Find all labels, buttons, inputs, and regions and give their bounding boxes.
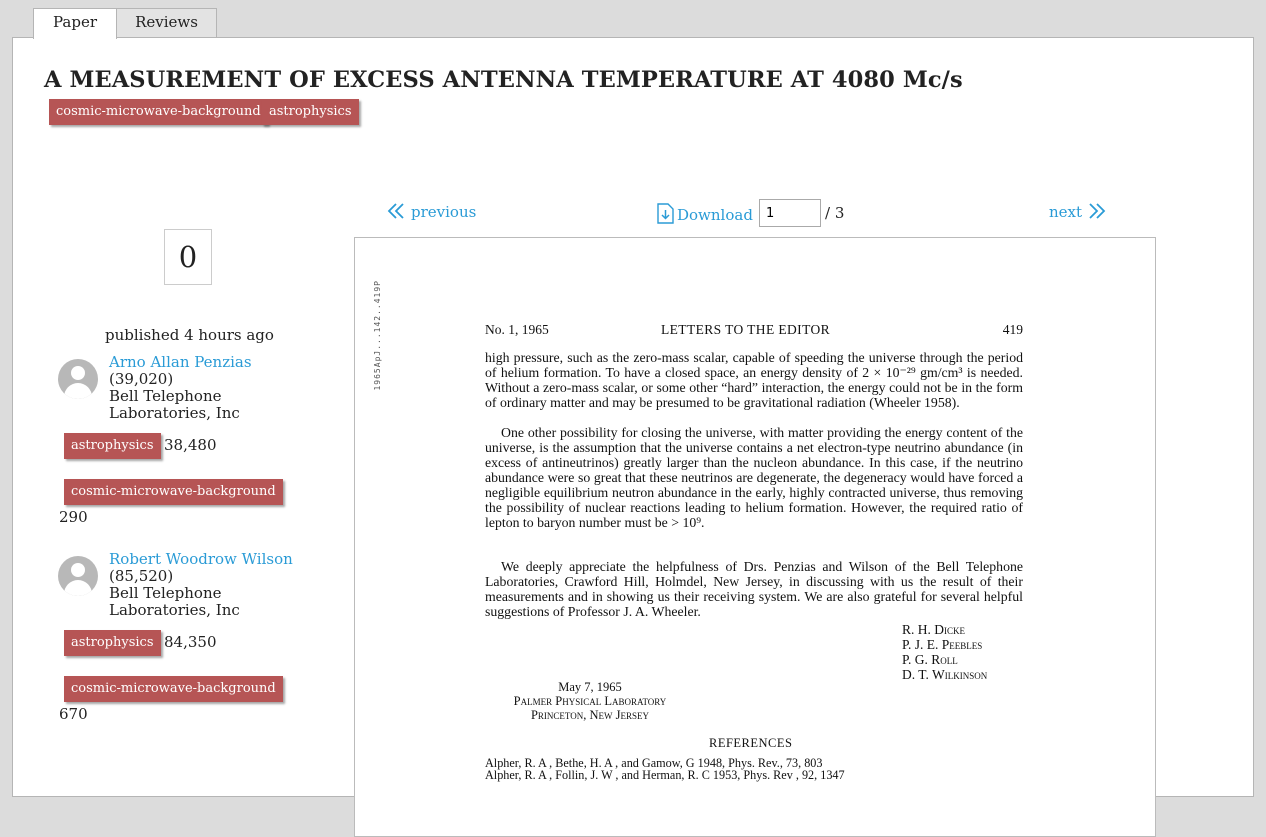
signatory: D. T. Wilkinson [902, 667, 988, 682]
issue-number: No. 1, 1965 [485, 322, 549, 337]
bibcode-stamp: 1965ApJ...142..419P [373, 280, 382, 391]
date-address: May 7, 1965 Palmer Physical Laboratory P… [505, 680, 675, 722]
signatory: P. J. E. Peebles [902, 637, 983, 652]
reference-entry: Alpher, R. A , Follin, J. W , and Herman… [485, 768, 845, 782]
author-name-link[interactable]: Arno Allan Penzias [109, 353, 252, 371]
author-tag-astrophysics[interactable]: astrophysics [64, 433, 161, 459]
author-avatar [58, 359, 98, 399]
document-paragraph: One other possibility for closing the un… [485, 425, 1023, 530]
tab-reviews[interactable]: Reviews [116, 8, 217, 37]
next-label: next [1049, 203, 1083, 221]
author-avatar [58, 556, 98, 596]
author-tag-score: 38,480 [164, 436, 217, 454]
author-tag-cosmic-microwave-background[interactable]: cosmic-microwave-background [64, 479, 283, 505]
author-tag-cosmic-microwave-background[interactable]: cosmic-microwave-background [64, 676, 283, 702]
document-paragraph: high pressure, such as the zero-mass sca… [485, 350, 1023, 410]
laboratory: Palmer Physical Laboratory [513, 694, 667, 708]
author-score: (85,520) [109, 567, 174, 585]
previous-label: previous [411, 203, 477, 221]
signatory: R. H. Dicke [902, 622, 965, 637]
author-score: (39,020) [109, 370, 174, 388]
avatar-body-shape [64, 383, 92, 399]
author-tag-score: 290 [59, 508, 88, 526]
signatories: R. H. Dicke P. J. E. Peebles P. G. Roll … [902, 622, 987, 682]
submission-date: May 7, 1965 [558, 680, 622, 694]
author-affiliation-line1: Bell Telephone [109, 387, 222, 405]
tab-paper[interactable]: Paper [33, 8, 117, 39]
references-heading: REFERENCES [709, 736, 793, 750]
author-tag-astrophysics[interactable]: astrophysics [64, 630, 161, 656]
download-link[interactable]: Download [656, 203, 753, 224]
author-affiliation-line2: Laboratories, Inc [109, 601, 240, 619]
pdf-page-viewer[interactable]: 1965ApJ...142..419P No. 1, 1965 LETTERS … [354, 237, 1156, 837]
previous-page-link[interactable]: previous [387, 202, 476, 221]
double-chevron-left-icon [387, 203, 404, 219]
page-total: / 3 [825, 204, 845, 222]
author-affiliation-line1: Bell Telephone [109, 584, 222, 602]
author-affiliation-line2: Laboratories, Inc [109, 404, 240, 422]
paper-tag-cosmic-microwave-background[interactable]: cosmic-microwave-background [49, 99, 268, 125]
paper-title: A MEASUREMENT OF EXCESS ANTENNA TEMPERAT… [44, 67, 963, 93]
signatory: P. G. Roll [902, 652, 958, 667]
published-time: published 4 hours ago [105, 326, 274, 344]
avatar-head-shape [71, 563, 85, 577]
author-name-link[interactable]: Robert Woodrow Wilson [109, 550, 293, 568]
paper-tag-astrophysics[interactable]: astrophysics [262, 99, 359, 125]
download-label: Download [677, 206, 753, 224]
paper-panel: A MEASUREMENT OF EXCESS ANTENNA TEMPERAT… [12, 37, 1254, 837]
location: Princeton, New Jersey [530, 708, 650, 722]
double-chevron-right-icon [1089, 203, 1106, 219]
page-number: 419 [1002, 322, 1023, 337]
avatar-body-shape [64, 580, 92, 596]
section-heading: LETTERS TO THE EDITOR [661, 322, 831, 337]
vote-count[interactable]: 0 [164, 229, 212, 285]
page-number-input[interactable] [759, 199, 821, 227]
author-tag-score: 670 [59, 705, 88, 723]
download-file-icon [657, 203, 674, 224]
document-paragraph: We deeply appreciate the helpfulness of … [485, 559, 1023, 619]
next-page-link[interactable]: next [1049, 202, 1106, 221]
author-tag-score: 84,350 [164, 633, 217, 651]
avatar-head-shape [71, 366, 85, 380]
